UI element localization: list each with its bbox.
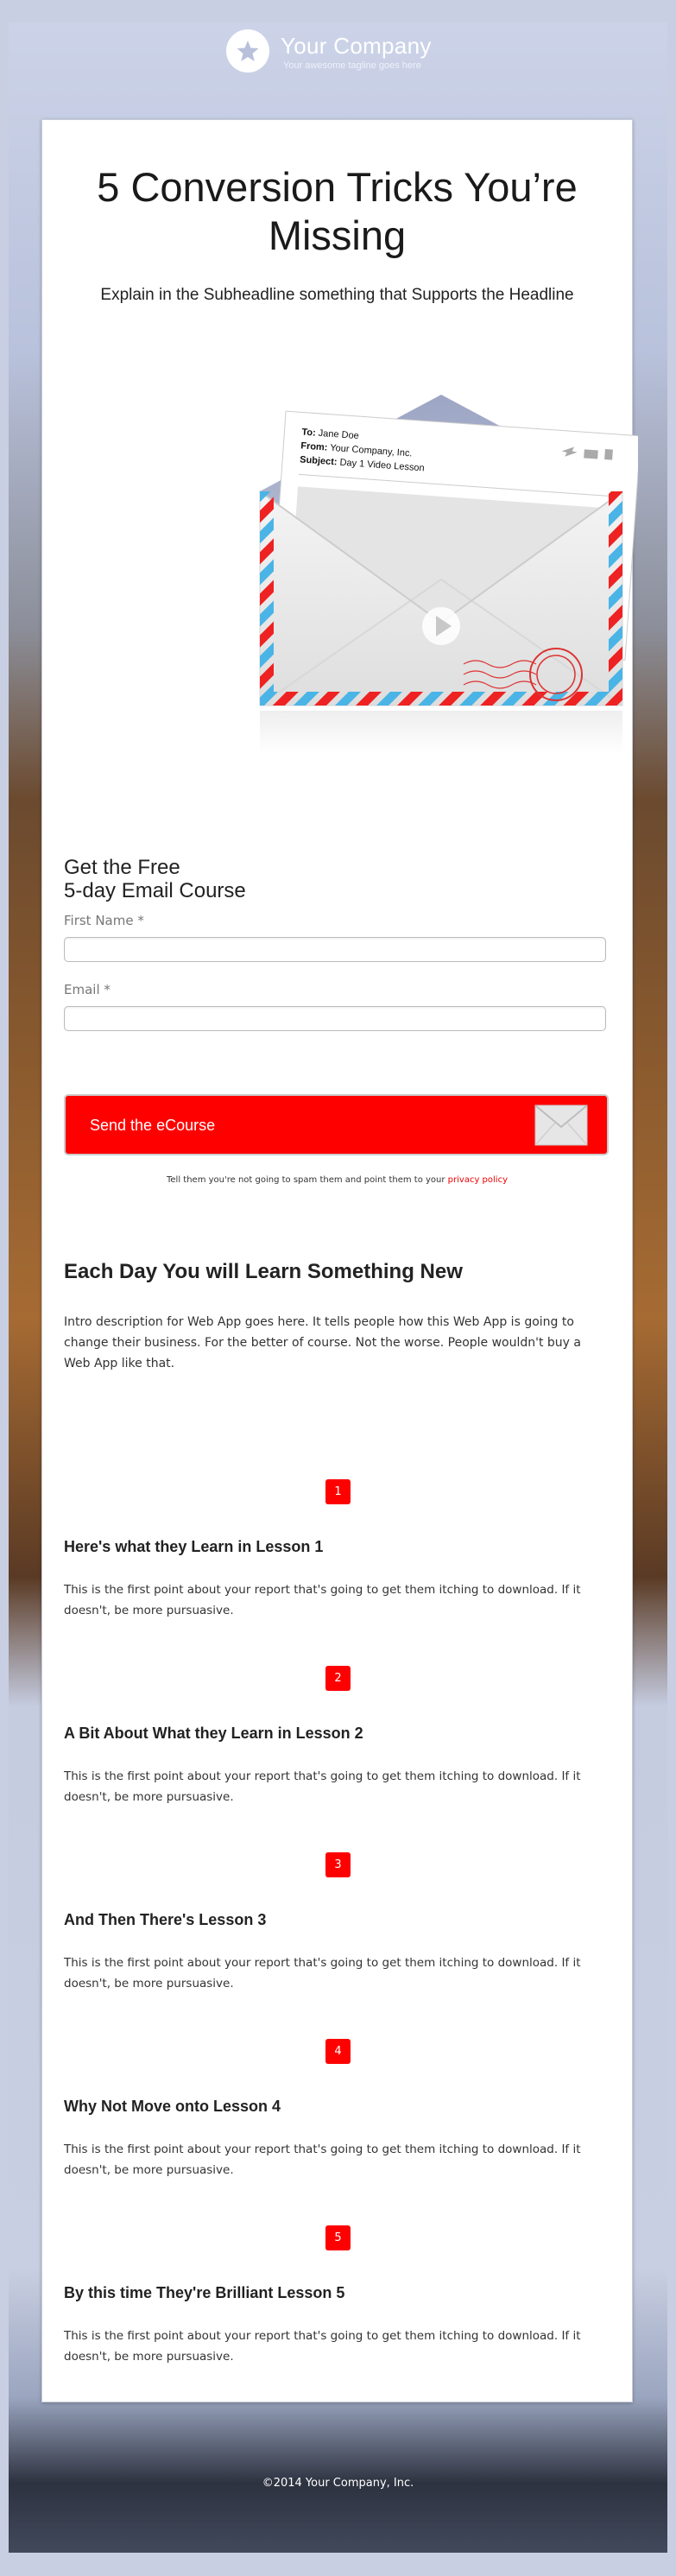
lesson-text: This is the first point about your repor… bbox=[64, 1769, 581, 1804]
send-ecourse-button[interactable]: Send the eCourse bbox=[64, 1094, 609, 1155]
lesson-number-badge: 5 bbox=[325, 2225, 351, 2250]
airmail-stripe-bottom bbox=[260, 692, 622, 706]
company-name[interactable]: Your Company bbox=[281, 33, 432, 60]
privacy-policy-link[interactable]: privacy policy bbox=[448, 1175, 508, 1185]
page-subheadline: Explain in the Subheadline something tha… bbox=[100, 286, 574, 304]
email-label: Email * bbox=[64, 982, 111, 997]
star-logo-icon[interactable] bbox=[226, 29, 269, 73]
lesson-title: By this time They're Brilliant Lesson 5 bbox=[64, 2284, 345, 2301]
lesson-number-badge: 4 bbox=[325, 2039, 351, 2064]
content-card: 5 Conversion Tricks You’re Missing Expla… bbox=[41, 119, 638, 2402]
folder-icon bbox=[584, 449, 598, 459]
lesson-text: This is the first point about your repor… bbox=[64, 1583, 581, 1617]
course-section-title: Each Day You will Learn Something New bbox=[64, 1260, 463, 1283]
envelope-icon bbox=[534, 1104, 588, 1146]
lesson-title: A Bit About What they Learn in Lesson 2 bbox=[64, 1725, 363, 1742]
airmail-stripe-left bbox=[260, 491, 274, 706]
first-name-label: First Name * bbox=[64, 913, 144, 928]
star-icon bbox=[237, 41, 259, 61]
airmail-stripe-right bbox=[609, 491, 622, 706]
course-intro: Intro description for Web App goes here.… bbox=[64, 1315, 581, 1370]
company-tagline: Your awesome tagline goes here bbox=[283, 60, 421, 71]
email-field[interactable] bbox=[64, 1006, 606, 1031]
page-headline: 5 Conversion Tricks You’re Missing bbox=[97, 164, 578, 258]
send-ecourse-label: Send the eCourse bbox=[90, 1117, 216, 1134]
lesson-number-badge: 1 bbox=[325, 1479, 351, 1504]
form-title-line2: 5-day Email Course bbox=[64, 879, 246, 902]
lesson-title: And Then There's Lesson 3 bbox=[64, 1911, 267, 1928]
form-title-line1: Get the Free bbox=[64, 856, 180, 879]
lesson-text: This is the first point about your repor… bbox=[64, 1956, 581, 1991]
letter-to-label: To: bbox=[301, 427, 316, 438]
lesson-title: Here's what they Learn in Lesson 1 bbox=[64, 1538, 324, 1555]
first-name-field[interactable] bbox=[64, 937, 606, 962]
lesson-title: Why Not Move onto Lesson 4 bbox=[64, 2098, 281, 2115]
privacy-note: Tell them you're not going to spam them … bbox=[42, 1175, 632, 1185]
lesson-number-badge: 2 bbox=[325, 1666, 351, 1691]
privacy-note-text: Tell them you're not going to spam them … bbox=[166, 1175, 448, 1185]
envelope-reflection bbox=[260, 711, 622, 754]
trash-icon bbox=[604, 449, 613, 460]
lesson-text: This is the first point about your repor… bbox=[64, 2142, 581, 2177]
lesson-text: This is the first point about your repor… bbox=[64, 2329, 581, 2364]
form-title: Get the Free 5-day Email Course bbox=[64, 856, 246, 902]
letter-from-label: From: bbox=[300, 440, 328, 453]
footer-copyright: ©2014 Your Company, Inc. bbox=[262, 2477, 414, 2490]
lesson-number-badge: 3 bbox=[325, 1852, 351, 1877]
envelope-video-illustration[interactable]: To: Jane Doe From: Your Company, Inc. Su… bbox=[215, 389, 638, 787]
